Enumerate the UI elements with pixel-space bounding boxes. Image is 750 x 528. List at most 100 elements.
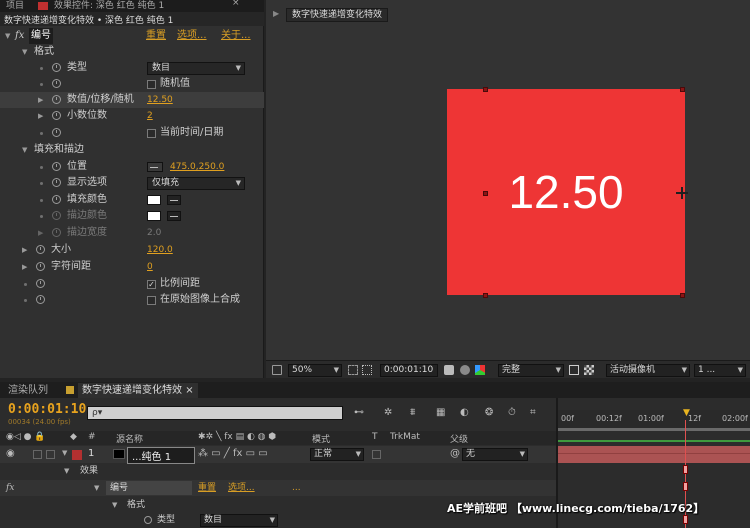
composition-mini-flowchart-icon[interactable]: ⊷ xyxy=(354,407,364,418)
layer-handle[interactable] xyxy=(680,87,685,92)
collapse-triangle-icon[interactable]: ▼ xyxy=(5,28,10,44)
tab-render-queue[interactable]: 渲染队列 xyxy=(8,383,48,398)
chevron-right-icon[interactable]: ▶ xyxy=(273,9,279,18)
reset-link[interactable]: 重置 xyxy=(146,28,166,44)
frame-blending-icon[interactable]: ▦ xyxy=(436,407,445,418)
stopwatch-icon[interactable] xyxy=(52,79,61,88)
expand-triangle-icon[interactable]: ▼ xyxy=(62,449,67,457)
expand-triangle-icon[interactable]: ▶ xyxy=(22,242,27,258)
keyframe-marker[interactable] xyxy=(683,515,688,524)
tab-effect-controls[interactable]: 效果控件: 深色 红色 纯色 1 xyxy=(54,0,164,11)
collapse-triangle-icon[interactable]: ▼ xyxy=(22,44,27,60)
collapse-triangle-icon[interactable]: ▼ xyxy=(22,142,27,158)
show-snapshot-icon[interactable] xyxy=(460,365,470,375)
type-dropdown[interactable]: 数目 ▼ xyxy=(147,62,245,75)
timeline-search-input[interactable]: ρ▾ xyxy=(87,406,343,420)
parent-dropdown[interactable]: 无 ▼ xyxy=(462,448,528,461)
stopwatch-icon[interactable] xyxy=(52,195,61,204)
tab-timeline-comp[interactable]: 数字快速递增变化特效 × xyxy=(78,383,198,398)
transparency-grid-icon[interactable] xyxy=(584,365,594,375)
keyframe-marker[interactable] xyxy=(683,465,688,474)
preserve-transparency-toggle[interactable] xyxy=(372,450,381,459)
blend-mode-dropdown[interactable]: 正常 ▼ xyxy=(310,448,364,461)
motion-blur-icon[interactable]: ◐ xyxy=(460,407,469,418)
draft-3d-icon[interactable]: ✲ xyxy=(384,407,392,418)
value-row[interactable]: ▶ 数值/位移/随机 12.50 xyxy=(0,92,264,108)
audio-toggle[interactable] xyxy=(33,450,42,459)
layer-handle[interactable] xyxy=(483,87,488,92)
stopwatch-icon[interactable] xyxy=(52,111,61,120)
stroke-width-value[interactable]: 2.0 xyxy=(147,225,161,241)
collapse-triangle-icon[interactable]: ▼ xyxy=(94,480,99,496)
anchor-crosshair-icon[interactable] xyxy=(676,187,688,199)
effect-name[interactable]: 编号 xyxy=(29,28,53,44)
close-icon[interactable]: × xyxy=(185,385,193,396)
views-dropdown[interactable]: 1 ... ▼ xyxy=(694,364,746,377)
eyedropper-icon[interactable] xyxy=(167,211,181,221)
stopwatch-icon[interactable] xyxy=(52,162,61,171)
layer-name[interactable]: ...纯色 1 xyxy=(127,447,195,464)
stroke-color-swatch[interactable] xyxy=(147,211,161,221)
keyframe-marker[interactable] xyxy=(683,482,688,491)
expand-triangle-icon[interactable]: ▶ xyxy=(38,108,43,124)
timeline-ellipsis[interactable]: ... xyxy=(292,480,301,496)
camera-dropdown[interactable]: 活动摄像机 ▼ xyxy=(606,364,690,377)
fill-color-swatch[interactable] xyxy=(147,195,161,205)
color-channels-icon[interactable] xyxy=(475,365,485,375)
timeline-options-link[interactable]: 选项... xyxy=(228,480,255,496)
auto-keyframe-icon[interactable]: ⏱ xyxy=(508,407,516,418)
viewer-timecode[interactable]: 0:00:01:10 xyxy=(380,364,438,377)
stopwatch-icon[interactable] xyxy=(52,63,61,72)
fill-stroke-group-row[interactable]: ▼ 填充和描边 xyxy=(0,142,264,158)
decimals-value[interactable]: 2 xyxy=(147,108,153,124)
hide-shy-layers-icon[interactable]: ⩩ xyxy=(410,407,415,418)
effect-number-row[interactable]: fx ▼ 编号 重置 选项... ... xyxy=(0,480,556,496)
snapshot-camera-icon[interactable] xyxy=(444,365,454,375)
stopwatch-icon[interactable] xyxy=(36,295,45,304)
fx-toggle-icon[interactable]: fx xyxy=(15,28,24,44)
format-group-row[interactable]: ▼ 格式 xyxy=(0,44,264,60)
resolution-dropdown[interactable]: 完整 ▼ xyxy=(498,364,564,377)
layer-switch-icons[interactable]: ⁂ ▭ ╱ fx ▭ ▭ xyxy=(198,448,268,459)
solo-toggle[interactable] xyxy=(46,450,55,459)
region-of-interest-icon[interactable] xyxy=(362,365,372,375)
about-link[interactable]: 关于... xyxy=(221,28,251,44)
stopwatch-icon[interactable] xyxy=(144,516,152,524)
pickwhip-icon[interactable]: @ xyxy=(450,448,460,459)
layer-row[interactable]: ◉ ▼ 1 ...纯色 1 ⁂ ▭ ╱ fx ▭ ▭ 正常 ▼ @ 无 ▼ xyxy=(0,446,556,464)
value-value[interactable]: 12.50 xyxy=(147,92,173,108)
tab-project[interactable]: 项目 xyxy=(6,0,24,11)
expand-triangle-icon[interactable]: ▶ xyxy=(22,259,27,275)
layer-handle[interactable] xyxy=(483,293,488,298)
always-preview-icon[interactable] xyxy=(272,365,282,375)
collapse-triangle-icon[interactable]: ▼ xyxy=(64,463,69,479)
expand-triangle-icon[interactable]: ▶ xyxy=(38,225,43,241)
stopwatch-icon[interactable] xyxy=(36,262,45,271)
composition-tab[interactable]: 数字快速递增变化特效 xyxy=(286,8,389,22)
collapse-triangle-icon[interactable]: ▼ xyxy=(112,497,117,513)
stopwatch-icon[interactable] xyxy=(36,279,45,288)
crosshair-target-icon[interactable] xyxy=(147,162,163,172)
stopwatch-icon[interactable] xyxy=(52,228,61,237)
col-source-name[interactable]: 源名称 xyxy=(116,432,143,445)
composite-checkbox[interactable] xyxy=(147,296,156,305)
work-area-bar[interactable] xyxy=(558,428,750,431)
eyedropper-icon[interactable] xyxy=(167,195,181,205)
random-checkbox[interactable] xyxy=(147,80,156,89)
tab-close-icon[interactable]: × xyxy=(232,0,240,8)
position-value[interactable]: 475.0,250.0 xyxy=(170,159,224,175)
fx-toggle-icon[interactable]: fx xyxy=(6,480,14,496)
options-link[interactable]: 选项... xyxy=(177,28,207,44)
safe-margins-icon[interactable] xyxy=(348,365,358,375)
brainstorm-icon[interactable]: ❂ xyxy=(485,407,493,418)
size-value[interactable]: 120.0 xyxy=(147,242,173,258)
stopwatch-icon[interactable] xyxy=(52,128,61,137)
fast-preview-icon[interactable] xyxy=(569,365,579,375)
effect-number-name[interactable]: 编号 xyxy=(106,481,192,495)
date-checkbox[interactable] xyxy=(147,129,156,138)
proportional-checkbox[interactable]: ✓ xyxy=(147,280,156,289)
type-row-dropdown[interactable]: 数目 ▼ xyxy=(200,514,278,527)
effects-row[interactable]: ▼ 效果 xyxy=(0,463,556,479)
stopwatch-icon[interactable] xyxy=(36,245,45,254)
layer-handle[interactable] xyxy=(483,191,488,196)
